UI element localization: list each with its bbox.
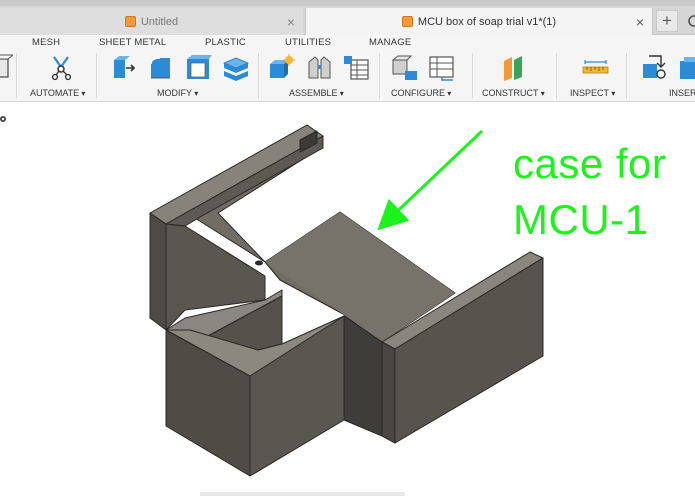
shell-icon[interactable] bbox=[185, 54, 212, 81]
fillet-icon[interactable] bbox=[148, 54, 175, 81]
close-tab-icon[interactable]: × bbox=[636, 14, 644, 30]
workspace-tab-manage[interactable]: MANAGE bbox=[369, 37, 411, 48]
tab-mcu-box[interactable]: MCU box of soap trial v1*(1) × bbox=[305, 8, 653, 35]
document-tab-bar: Untitled × MCU box of soap trial v1*(1) … bbox=[0, 0, 695, 35]
close-tab-icon[interactable]: × bbox=[287, 14, 295, 30]
back-wall-top-face bbox=[149, 124, 324, 225]
tab-bar-top-strip bbox=[0, 0, 695, 6]
configuration-table-icon[interactable] bbox=[428, 54, 455, 81]
combine-icon[interactable] bbox=[222, 54, 249, 81]
insert-derive-icon[interactable] bbox=[641, 54, 668, 81]
toolbar-separator bbox=[96, 53, 97, 99]
left-wall-outer-face bbox=[149, 212, 167, 331]
automate-icon[interactable] bbox=[48, 54, 75, 81]
navigation-toggle-icon[interactable] bbox=[0, 113, 12, 125]
design-canvas[interactable]: case for MCU-1 bbox=[0, 102, 695, 496]
fusion-app-window: Untitled × MCU box of soap trial v1*(1) … bbox=[0, 0, 695, 496]
job-status-icon[interactable] bbox=[684, 10, 695, 32]
annotation-arrow bbox=[377, 129, 484, 231]
tab-title: Untitled bbox=[140, 15, 179, 28]
tab-title: MCU box of soap trial v1*(1) bbox=[417, 15, 557, 28]
measure-icon[interactable] bbox=[582, 54, 609, 81]
group-assemble-dropdown[interactable]: ASSEMBLE bbox=[289, 88, 344, 98]
annotation-text-line-2: MCU-1 bbox=[513, 196, 649, 243]
new-component-icon[interactable] bbox=[268, 54, 295, 81]
workspace-tab-sheet-metal[interactable]: SHEET METAL bbox=[99, 37, 166, 48]
group-modify-dropdown[interactable]: MODIFY bbox=[157, 88, 198, 98]
finish-sketch-icon[interactable] bbox=[0, 54, 13, 81]
toolbar-separator bbox=[556, 53, 557, 99]
toolbar-separator bbox=[16, 53, 17, 99]
press-pull-icon[interactable] bbox=[112, 54, 139, 81]
back-wall-inner-face bbox=[165, 135, 324, 227]
mount-hole bbox=[255, 260, 263, 266]
ribbon-toolbar: MESH SHEET METAL PLASTIC UTILITIES MANAG… bbox=[0, 35, 695, 102]
toolbar-separator bbox=[472, 53, 473, 99]
group-configure-dropdown[interactable]: CONFIGURE bbox=[391, 88, 451, 98]
configure-design-icon[interactable] bbox=[391, 54, 418, 81]
design-cube-icon bbox=[124, 16, 136, 27]
group-automate-dropdown[interactable]: AUTOMATE bbox=[30, 88, 85, 98]
toolbar-separator bbox=[379, 53, 380, 99]
tab-untitled[interactable]: Untitled × bbox=[0, 8, 303, 35]
bill-of-materials-icon[interactable] bbox=[342, 54, 369, 81]
right-wall-front-face bbox=[381, 341, 396, 444]
soap-box-case-model bbox=[149, 124, 544, 477]
insert-mcmaster-icon[interactable] bbox=[676, 54, 695, 81]
joint-icon[interactable] bbox=[306, 54, 333, 81]
workspace-tab-utilities[interactable]: UTILITIES bbox=[285, 37, 331, 48]
group-insert-dropdown[interactable]: INSERT bbox=[669, 88, 695, 98]
toolbar-separator bbox=[258, 53, 259, 99]
workspace-tab-mesh[interactable]: MESH bbox=[32, 37, 60, 48]
annotation-text-line-1: case for bbox=[513, 140, 667, 187]
group-construct-dropdown[interactable]: CONSTRUCT bbox=[482, 88, 545, 98]
workspace-tab-plastic[interactable]: PLASTIC bbox=[205, 37, 246, 48]
new-tab-button[interactable]: + bbox=[656, 10, 678, 32]
offset-plane-icon[interactable] bbox=[500, 54, 527, 81]
toolbar-separator bbox=[626, 53, 627, 99]
group-inspect-dropdown[interactable]: INSPECT bbox=[570, 88, 615, 98]
navigation-bar-edge bbox=[200, 492, 405, 496]
design-cube-icon bbox=[401, 16, 413, 27]
